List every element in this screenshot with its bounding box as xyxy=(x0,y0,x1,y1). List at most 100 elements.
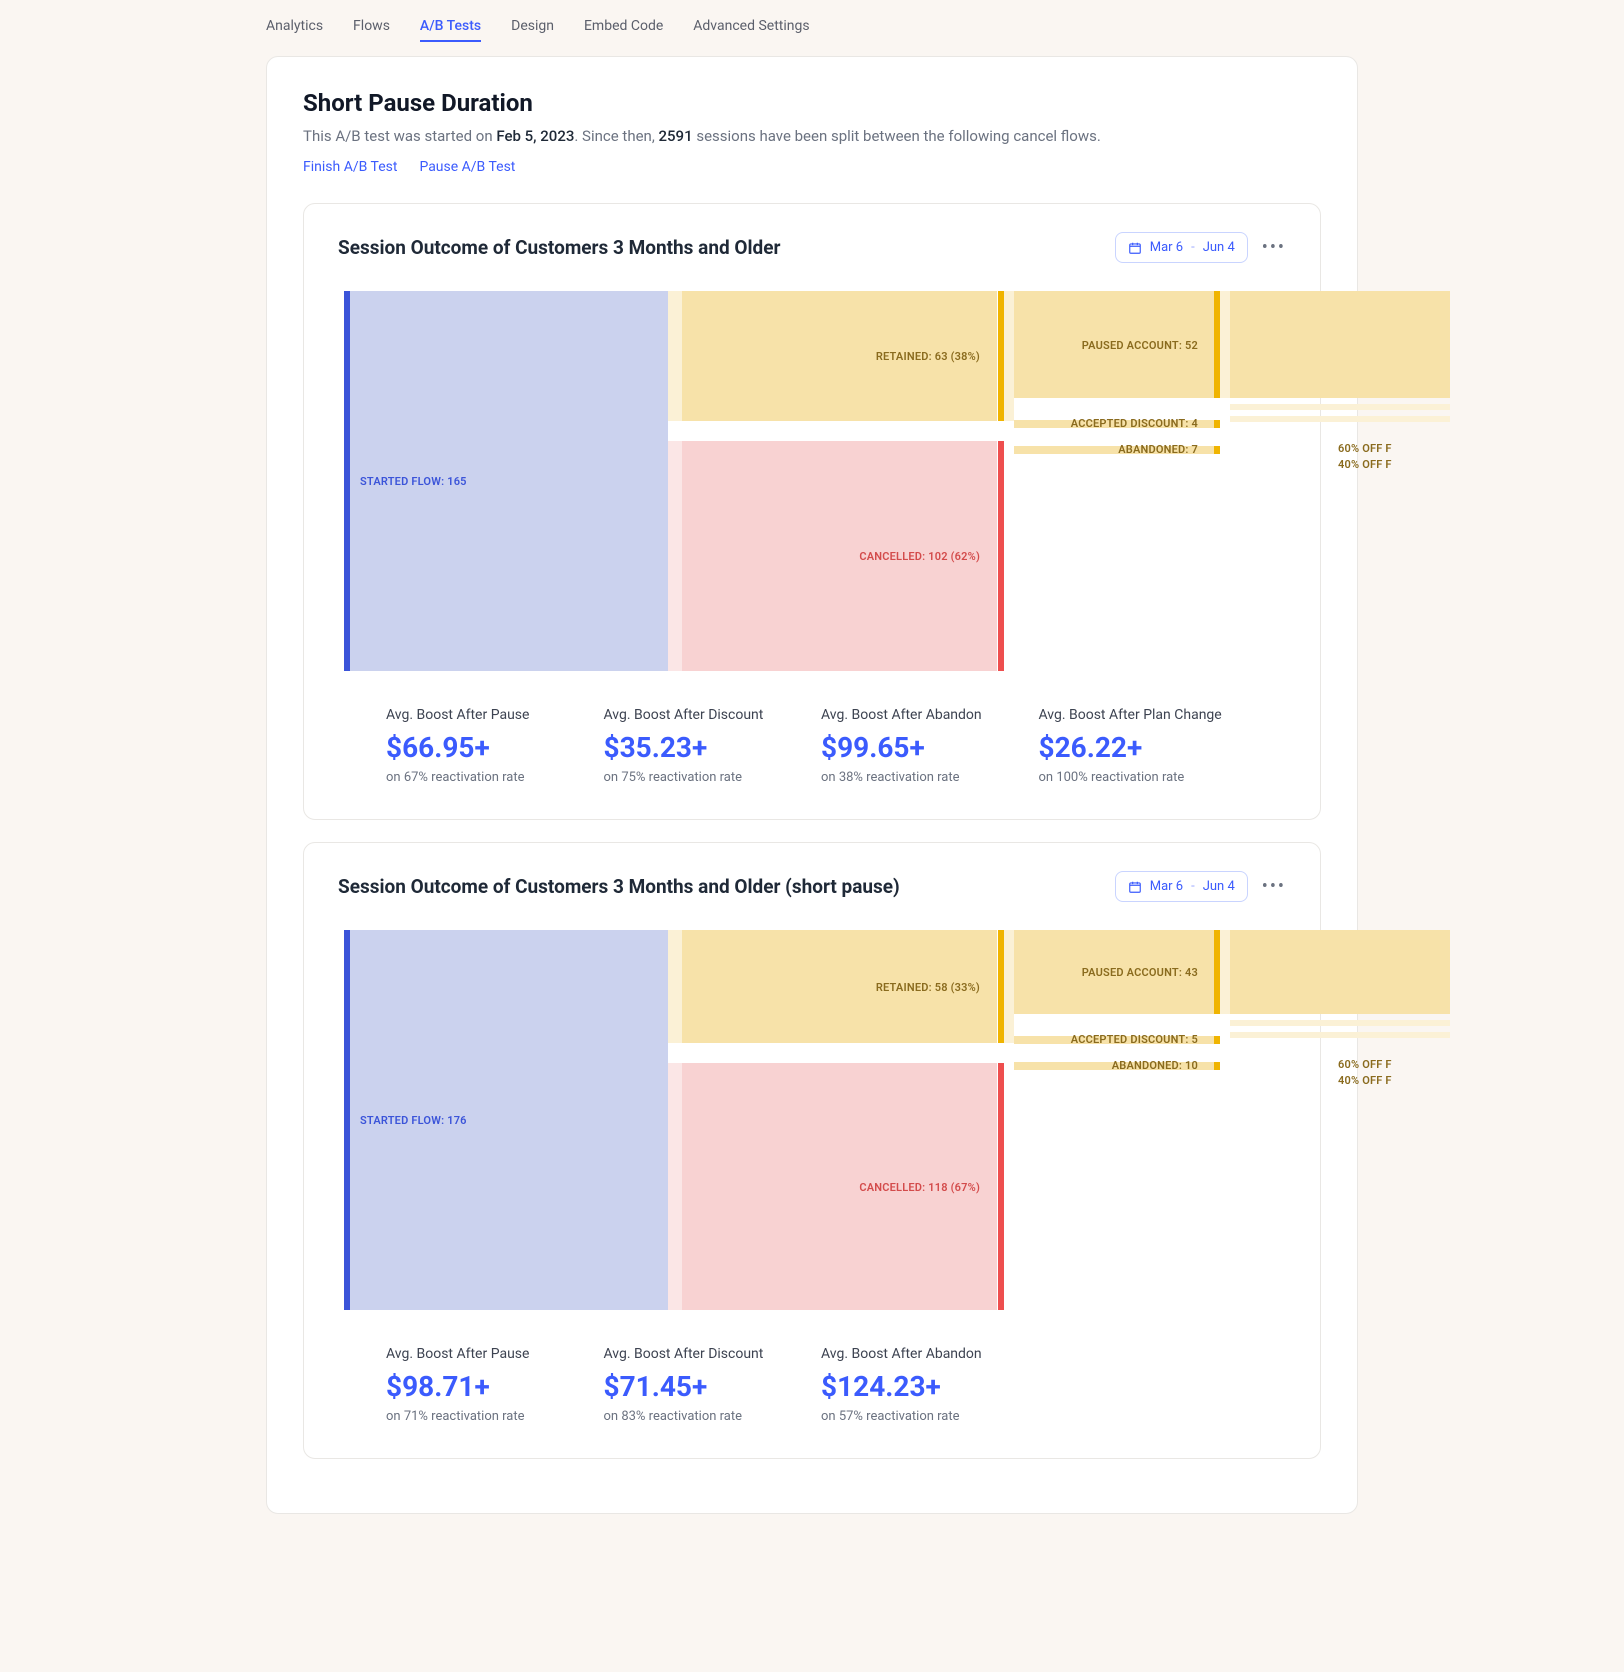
date-dash: - xyxy=(1191,240,1195,255)
cancelled-bar xyxy=(998,1063,1004,1310)
abandoned-bar xyxy=(1214,446,1220,454)
boost-label: Avg. Boost After Abandon xyxy=(821,1346,1021,1362)
date-range-picker[interactable]: Mar 6 - Jun 4 xyxy=(1115,871,1248,902)
tail-block xyxy=(1230,930,1450,1014)
tab-flows[interactable]: Flows xyxy=(353,18,390,42)
pause-ab-test-link[interactable]: Pause A/B Test xyxy=(419,159,515,175)
boost-sub: on 83% reactivation rate xyxy=(604,1409,804,1424)
started-flow-bar xyxy=(344,930,350,1310)
accepted-discount-bar xyxy=(1214,420,1220,428)
cancelled-label: CANCELLED: 118 (67%) xyxy=(859,1181,992,1194)
sub-prefix: This A/B test was started on xyxy=(303,127,496,145)
tail-block xyxy=(1230,291,1450,398)
panel-title: Session Outcome of Customers 3 Months an… xyxy=(338,236,780,259)
panel-variant-b: Session Outcome of Customers 3 Months an… xyxy=(303,842,1321,1459)
action-links: Finish A/B Test Pause A/B Test xyxy=(303,159,1321,175)
boost-stat: Avg. Boost After Pause $66.95+ on 67% reac… xyxy=(386,707,586,785)
tab-embed-code[interactable]: Embed Code xyxy=(584,18,663,42)
offer-40-label: 40% OFF F xyxy=(1338,458,1392,471)
retained-label: RETAINED: 58 (33%) xyxy=(876,981,992,994)
abandoned-label: ABANDONED: 7 xyxy=(1118,443,1208,456)
main-card: Short Pause Duration This A/B test was s… xyxy=(266,56,1358,1514)
boost-stat: Avg. Boost After Pause$98.71+on 71% reac… xyxy=(386,1346,586,1424)
started-flow-label: STARTED FLOW: 176 xyxy=(360,1114,467,1127)
boost-value: $66.95+ xyxy=(386,731,586,764)
boost-value: $35.23+ xyxy=(604,731,804,764)
boost-label: Avg. Boost After Abandon xyxy=(821,707,1021,723)
offer-60-label: 60% OFF F xyxy=(1338,442,1392,455)
tail-ribbon xyxy=(1230,1020,1450,1026)
tab-advanced-settings[interactable]: Advanced Settings xyxy=(693,18,809,42)
page-subtitle: This A/B test was started on Feb 5, 2023… xyxy=(303,127,1321,145)
boost-sub: on 57% reactivation rate xyxy=(821,1409,1021,1424)
boost-grid-a: Avg. Boost After Pause $66.95+ on 67% reac… xyxy=(386,707,1238,785)
panel-variant-a: Session Outcome of Customers 3 Months an… xyxy=(303,203,1321,820)
started-flow-bar xyxy=(344,291,350,671)
accepted-discount-bar xyxy=(1214,1036,1220,1044)
finish-ab-test-link[interactable]: Finish A/B Test xyxy=(303,159,397,175)
boost-value: $26.22+ xyxy=(1039,731,1239,764)
ribbon xyxy=(1220,930,1230,1014)
ribbon xyxy=(668,291,682,421)
cancelled-label: CANCELLED: 102 (62%) xyxy=(859,550,992,563)
session-count: 2591 xyxy=(659,127,693,145)
sankey-chart-b: STARTED FLOW: 176 RETAINED: 58 (33%) CANCE… xyxy=(338,930,1286,1310)
abandoned-label: ABANDONED: 10 xyxy=(1112,1059,1208,1072)
retained-label: RETAINED: 63 (38%) xyxy=(876,350,992,363)
boost-value: $71.45+ xyxy=(604,1370,804,1403)
ribbon xyxy=(668,441,682,671)
date-dash: - xyxy=(1191,879,1195,894)
accepted-discount-label: ACCEPTED DISCOUNT: 5 xyxy=(1071,1033,1208,1046)
ribbon xyxy=(668,1063,682,1310)
boost-sub: on 100% reactivation rate xyxy=(1039,770,1239,785)
boost-value: $98.71+ xyxy=(386,1370,586,1403)
offer-60-label: 60% OFF F xyxy=(1338,1058,1392,1071)
boost-stat: Avg. Boost After Plan Change $26.22+ on 10… xyxy=(1039,707,1239,785)
tab-design[interactable]: Design xyxy=(511,18,554,42)
page-title: Short Pause Duration xyxy=(303,89,1321,117)
started-flow-label: STARTED FLOW: 165 xyxy=(360,475,467,488)
more-menu-icon[interactable]: ••• xyxy=(1262,239,1286,257)
boost-value: $99.65+ xyxy=(821,731,1021,764)
abandoned-bar xyxy=(1214,1062,1220,1070)
ribbon xyxy=(1004,291,1014,421)
boost-sub: on 75% reactivation rate xyxy=(604,770,804,785)
tab-ab-tests[interactable]: A/B Tests xyxy=(420,18,481,42)
panel-header: Session Outcome of Customers 3 Months an… xyxy=(338,232,1286,263)
panel-actions: Mar 6 - Jun 4 ••• xyxy=(1115,232,1286,263)
boost-label: Avg. Boost After Discount xyxy=(604,1346,804,1362)
ribbon xyxy=(1220,291,1230,398)
tab-analytics[interactable]: Analytics xyxy=(266,18,323,42)
date-range-picker[interactable]: Mar 6 - Jun 4 xyxy=(1115,232,1248,263)
cancelled-bar xyxy=(998,441,1004,671)
boost-stat: Avg. Boost After Abandon$124.23+on 57% r… xyxy=(821,1346,1021,1424)
panel-header: Session Outcome of Customers 3 Months an… xyxy=(338,871,1286,902)
boost-sub: on 71% reactivation rate xyxy=(386,1409,586,1424)
tabs: Analytics Flows A/B Tests Design Embed C… xyxy=(266,0,1358,56)
paused-account-label: PAUSED ACCOUNT: 52 xyxy=(1082,339,1208,352)
boost-label: Avg. Boost After Plan Change xyxy=(1039,707,1239,723)
boost-label: Avg. Boost After Discount xyxy=(604,707,804,723)
boost-sub: on 67% reactivation rate xyxy=(386,770,586,785)
boost-stat: Avg. Boost After Discount $71.45+ on 83% r… xyxy=(604,1346,804,1424)
sankey-chart-a: STARTED FLOW: 165 RETAINED: 63 (38%) CANCE… xyxy=(338,291,1286,671)
boost-label: Avg. Boost After Pause xyxy=(386,707,586,723)
panel-title: Session Outcome of Customers 3 Months an… xyxy=(338,875,900,898)
sub-mid: . Since then, xyxy=(574,127,658,145)
accepted-discount-label: ACCEPTED DISCOUNT: 4 xyxy=(1071,417,1208,430)
more-menu-icon[interactable]: ••• xyxy=(1262,878,1286,896)
ribbon xyxy=(668,930,682,1043)
calendar-icon xyxy=(1128,241,1142,255)
boost-stat: Avg. Boost After Abandon$99.65+on 38% re… xyxy=(821,707,1021,785)
paused-account-label: PAUSED ACCOUNT: 43 xyxy=(1082,966,1208,979)
date-to: Jun 4 xyxy=(1203,240,1235,255)
start-date: Feb 5, 2023 xyxy=(496,127,574,145)
tail-ribbon xyxy=(1230,1032,1450,1038)
boost-grid-b: Avg. Boost After Pause$98.71+on 71% reac… xyxy=(386,1346,1238,1424)
boost-stat: Avg. Boost After Discount $35.23+ on 75% r… xyxy=(604,707,804,785)
date-from: Mar 6 xyxy=(1150,879,1183,894)
tail-ribbon xyxy=(1230,404,1450,410)
tail-ribbon xyxy=(1230,416,1450,422)
date-from: Mar 6 xyxy=(1150,240,1183,255)
panel-actions: Mar 6 - Jun 4 ••• xyxy=(1115,871,1286,902)
